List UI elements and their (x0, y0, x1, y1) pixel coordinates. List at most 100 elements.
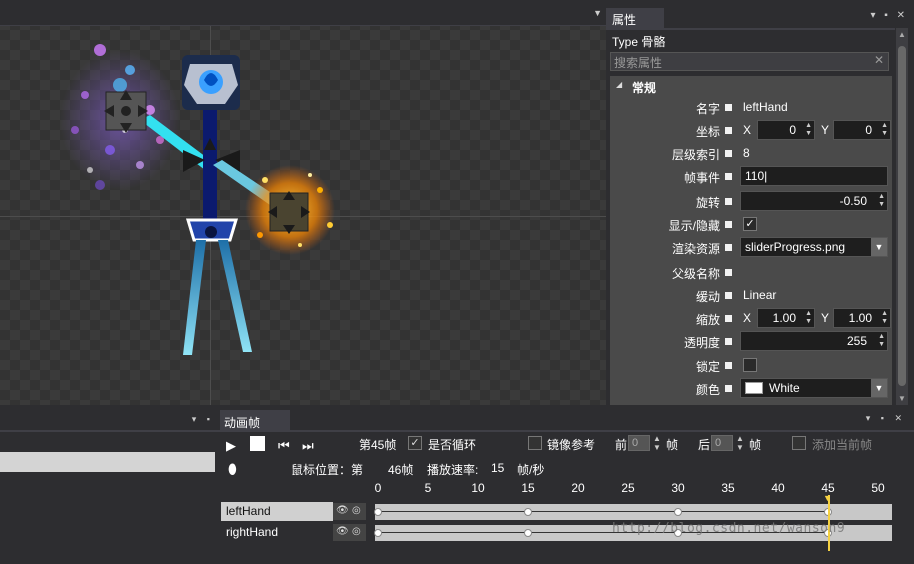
scale-x-input[interactable]: 1.00 ▲ ▼ (757, 308, 815, 328)
spinner-icon[interactable]: ▲ ▼ (736, 434, 744, 452)
group-general[interactable]: ◢ 常规 (610, 76, 892, 96)
scrollbar-thumb[interactable] (898, 46, 906, 386)
keyframe-marker[interactable] (674, 508, 682, 516)
play-rate-label: 播放速率: (427, 463, 479, 477)
skeleton-scene (60, 44, 335, 355)
keyframe-marker[interactable] (374, 508, 382, 516)
easing-value[interactable]: Linear (743, 288, 776, 302)
tween-line (678, 511, 828, 512)
panel-divider (220, 430, 914, 432)
ruler-tick-label: 15 (521, 481, 535, 495)
position-y-input[interactable]: 0 ▲ ▼ (833, 120, 891, 140)
eye-icon[interactable]: 👁 (336, 526, 349, 537)
loop-checkbox[interactable]: ✓ (408, 436, 422, 450)
tween-line (528, 511, 678, 512)
opacity-value: 255 (846, 334, 867, 348)
spinner-icon[interactable]: ▲ ▼ (805, 122, 812, 138)
scale-x-value: 1.00 (772, 311, 796, 325)
lock-icon[interactable]: ◎ (352, 505, 361, 516)
keyframe-marker[interactable] (524, 508, 532, 516)
prop-marker-icon (725, 244, 732, 251)
panel-pin-icon[interactable]: ▾ ▪ ✕ (871, 10, 909, 21)
keyframe-marker[interactable] (524, 529, 532, 537)
after-label: 后 (698, 438, 711, 452)
chevron-down-icon[interactable]: ▼ (871, 238, 887, 256)
add-keyframe-icon[interactable]: ⬮ (228, 461, 237, 478)
prop-label: 锁定 (695, 360, 720, 374)
layer-index-value[interactable]: 8 (743, 146, 750, 160)
scale-y-value: 1.00 (848, 311, 872, 325)
scroll-up-icon[interactable]: ▲ (898, 30, 906, 39)
prop-label: 显示/隐藏 (668, 219, 720, 233)
collapse-triangle-icon[interactable]: ◢ (616, 80, 622, 89)
ruler-tick-label: 40 (771, 481, 785, 495)
scale-y-input[interactable]: 1.00 ▲ ▼ (833, 308, 891, 328)
add-current-checkbox[interactable] (792, 436, 806, 450)
color-select[interactable]: White ▼ (740, 378, 888, 398)
ruler-tick-label: 50 (871, 481, 885, 495)
ruler-tick-label: 25 (621, 481, 635, 495)
track-row[interactable] (220, 544, 900, 564)
render-resource-select[interactable]: sliderProgress.png ▼ (740, 237, 888, 257)
after-frames-input[interactable]: 0 (711, 435, 733, 451)
panel-pin-icon[interactable]: ▾ ▪ (192, 414, 214, 425)
prop-marker-icon (725, 292, 732, 299)
lock-icon[interactable]: ◎ (352, 526, 361, 537)
prop-marker-icon (725, 150, 732, 157)
spinner-icon[interactable]: ▲ ▼ (805, 310, 812, 326)
spinner-icon[interactable]: ▲ ▼ (881, 310, 888, 326)
scene-canvas[interactable]: ▼ (0, 0, 606, 405)
track-name[interactable]: rightHand (221, 523, 333, 542)
play-rate-value[interactable]: 15 (491, 461, 504, 475)
prop-label: 缩放 (695, 313, 720, 327)
eye-icon[interactable]: 👁 (336, 505, 349, 516)
first-frame-icon[interactable]: ⏮ (278, 438, 290, 454)
track-name[interactable]: leftHand (221, 502, 333, 521)
search-placeholder: 搜索属性 (614, 56, 663, 70)
search-properties-input[interactable]: 搜索属性 ✕ (610, 52, 889, 71)
spinner-icon[interactable]: ▲ ▼ (878, 193, 885, 209)
visibility-checkbox[interactable]: ✓ (743, 217, 757, 231)
properties-scrollbar[interactable]: ▲ ▼ (896, 28, 908, 405)
tab-properties[interactable]: 属性 (606, 8, 664, 28)
play-icon[interactable]: ▶ (226, 438, 236, 454)
ruler-tick-label: 5 (424, 481, 432, 495)
rotation-input[interactable]: -0.50 ▲ ▼ (740, 191, 888, 211)
track-lane[interactable] (374, 504, 892, 520)
clear-search-icon[interactable]: ✕ (874, 53, 884, 67)
property-grid: ◢ 常规 名字 leftHand 坐标 X 0 ▲ ▼ Y 0 ▲ ▼ 层级索引 8 帧… (610, 76, 892, 405)
panel-pin-icon[interactable]: ▾ ▪ ✕ (866, 413, 906, 424)
opacity-input[interactable]: 255 ▲ ▼ (740, 331, 888, 351)
track-name[interactable] (221, 544, 333, 563)
layers-panel-header: ▾ ▪ (0, 410, 220, 432)
spinner-icon[interactable]: ▲ ▼ (881, 122, 888, 138)
track-row[interactable]: leftHand 👁 ◎ (220, 502, 900, 522)
keyframe-marker[interactable] (374, 529, 382, 537)
stop-icon[interactable] (250, 436, 265, 451)
tab-animation-frames[interactable]: 动画帧 (220, 410, 290, 432)
y-label: Y (821, 311, 830, 325)
spinner-icon[interactable]: ▲ ▼ (653, 434, 661, 452)
color-value: White (769, 381, 800, 395)
scroll-down-icon[interactable]: ▼ (898, 394, 906, 403)
last-frame-icon[interactable]: ⏭ (302, 438, 314, 454)
playhead-marker-icon[interactable]: ▼ (823, 493, 832, 503)
before-frames-input[interactable]: 0 (628, 435, 650, 451)
lock-checkbox[interactable] (743, 358, 757, 372)
timeline-ruler[interactable]: 0 5 10 15 20 25 30 35 40 45 50 (375, 481, 900, 499)
prop-marker-icon (725, 104, 732, 111)
prop-label: 帧事件 (683, 171, 720, 185)
y-label: Y (821, 123, 830, 137)
mirror-checkbox[interactable] (528, 436, 542, 450)
layers-list-item[interactable] (0, 452, 215, 472)
position-x-input[interactable]: 0 ▲ ▼ (757, 120, 815, 140)
chevron-down-icon[interactable]: ▼ (871, 379, 887, 397)
prop-marker-icon (725, 127, 732, 134)
prop-row-easing: 缓动 Linear (610, 284, 892, 307)
loop-label: 是否循环 (428, 438, 477, 452)
frame-event-input[interactable]: 110| (740, 166, 888, 186)
prop-row-rotation: 旋转 -0.50 ▲ ▼ (610, 190, 892, 213)
name-value[interactable]: leftHand (743, 100, 788, 114)
position-y-value: 0 (865, 123, 872, 137)
spinner-icon[interactable]: ▲ ▼ (878, 333, 885, 349)
